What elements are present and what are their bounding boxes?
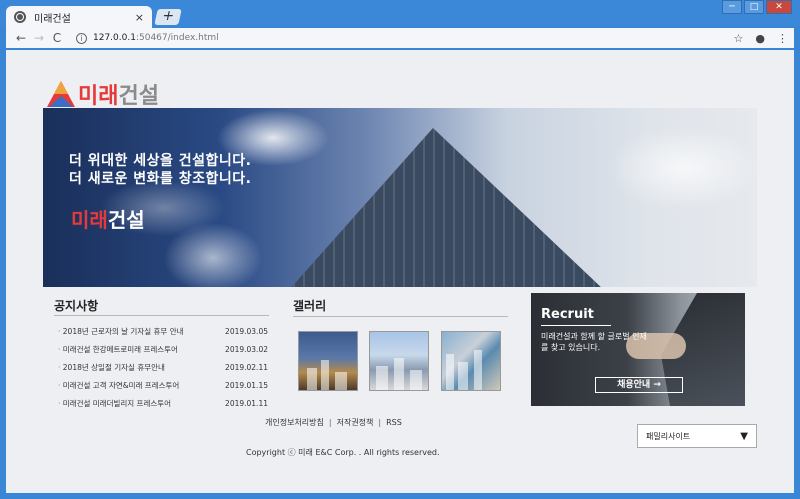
url-path: :50467/index.html <box>135 33 219 43</box>
logo-text: 미래건설 <box>78 78 159 110</box>
family-site-select[interactable]: 패밀리사이트 ▼ <box>637 424 757 448</box>
chevron-down-icon: ▼ <box>740 430 748 442</box>
recruit-info-button[interactable]: 채용안내 → <box>595 377 683 393</box>
window-controls: ─ □ ✕ <box>720 0 792 14</box>
notice-item-date: 2019.03.05 <box>225 326 268 336</box>
list-item[interactable]: 2018년 상일절 기자실 휴무안내 2019.02.11 <box>58 358 268 376</box>
family-site-label: 패밀리사이트 <box>646 431 691 441</box>
list-item[interactable]: 미래건설 미래더빌리지 프레스투어 2019.01.11 <box>58 394 268 412</box>
logo-rest: 건설 <box>118 84 159 109</box>
star-icon[interactable]: ☆ <box>734 32 744 45</box>
recruit-banner[interactable]: Recruit 미래건설과 함께 할 글로벌 인재를 찾고 있습니다. 채용안내… <box>531 293 745 406</box>
maximize-button[interactable]: □ <box>744 0 764 14</box>
notice-item-title[interactable]: 미래건설 고객 자연&미래 프레스투어 <box>58 380 180 391</box>
hero-slogan-line1: 더 위대한 세상을 건설합니다. <box>69 153 252 169</box>
recruit-divider <box>541 325 611 326</box>
url-host: 127.0.0.1 <box>93 33 136 43</box>
notice-divider <box>54 315 269 316</box>
forward-icon[interactable]: → <box>30 31 48 45</box>
reload-icon[interactable]: C <box>48 31 66 45</box>
minimize-button[interactable]: ─ <box>722 0 742 14</box>
toolbar-actions: ☆ ● ⋮ <box>722 32 788 45</box>
hero-brand: 미래건설 <box>71 204 145 233</box>
recruit-description: 미래건설과 함께 할 글로벌 인재를 찾고 있습니다. <box>541 332 647 352</box>
new-tab-button[interactable]: + <box>154 8 182 25</box>
page-viewport: 미래건설 더 위대한 세상을 건설합니다. 더 새로운 변화를 창조합니다. 미… <box>6 50 794 493</box>
footer-links: 개인정보처리방침 | 저작권정책 | RSS <box>265 417 402 428</box>
list-item[interactable]: 미래건설 한강메트로미래 프레스투어 2019.03.02 <box>58 340 268 358</box>
menu-icon[interactable]: ⋮ <box>777 32 788 45</box>
tab-title: 미래건설 <box>34 13 71 25</box>
copyright-text: Copyright ⓒ 미래 E&C Corp. . All rights re… <box>246 448 440 457</box>
back-icon[interactable]: ← <box>12 31 30 45</box>
gallery-thumbnail-2[interactable] <box>369 331 429 391</box>
notice-item-date: 2019.01.15 <box>225 380 268 390</box>
gallery-title: 갤러리 <box>293 299 327 313</box>
browser-window: 미래건설 × + ─ □ ✕ ← → C i 127.0.0.1 :50467/… <box>0 0 800 499</box>
notice-item-title[interactable]: 미래건설 미래더빌리지 프레스투어 <box>58 398 171 409</box>
list-item[interactable]: 미래건설 고객 자연&미래 프레스투어 2019.01.15 <box>58 376 268 394</box>
footer-separator: | <box>328 418 332 427</box>
hero-brand-highlight: 미래 <box>71 208 108 232</box>
browser-toolbar: ← → C i 127.0.0.1 :50467/index.html ☆ ● … <box>6 28 794 48</box>
site-logo[interactable]: 미래건설 <box>46 78 159 110</box>
logo-highlight: 미래 <box>78 84 119 109</box>
globe-icon <box>14 11 26 23</box>
hero-slogan-line2: 더 새로운 변화를 창조합니다. <box>69 171 252 187</box>
notice-item-date: 2019.03.02 <box>225 344 268 354</box>
notice-item-title[interactable]: 2018년 상일절 기자실 휴무안내 <box>58 362 165 373</box>
address-bar[interactable]: i 127.0.0.1 :50467/index.html <box>76 32 722 44</box>
rss-link[interactable]: RSS <box>386 418 402 427</box>
notice-item-title[interactable]: 2018년 근로자의 날 기자실 휴무 안내 <box>58 326 184 337</box>
gallery-thumbnail-3[interactable] <box>441 331 501 391</box>
notice-item-title[interactable]: 미래건설 한강메트로미래 프레스투어 <box>58 344 178 355</box>
notice-title: 공지사항 <box>54 299 99 313</box>
gallery-divider <box>293 316 508 317</box>
title-bar: 미래건설 × + ─ □ ✕ <box>0 0 800 28</box>
notice-list: 2018년 근로자의 날 기자실 휴무 안내 2019.03.05 미래건설 한… <box>58 322 268 412</box>
info-icon[interactable]: i <box>76 32 87 44</box>
hero-brand-rest: 건설 <box>107 208 145 232</box>
tab-close-icon[interactable]: × <box>135 11 144 24</box>
close-window-button[interactable]: ✕ <box>766 0 792 14</box>
gallery-thumbnail-1[interactable] <box>298 331 358 391</box>
account-icon[interactable]: ● <box>755 32 765 45</box>
copyright-policy-link[interactable]: 저작권정책 <box>337 417 374 428</box>
cloud-image <box>43 108 757 287</box>
logo-mark-icon <box>47 81 75 107</box>
list-item[interactable]: 2018년 근로자의 날 기자실 휴무 안내 2019.03.05 <box>58 322 268 340</box>
hero-banner: 더 위대한 세상을 건설합니다. 더 새로운 변화를 창조합니다. 미래건설 <box>43 108 757 287</box>
recruit-title: Recruit <box>541 307 594 322</box>
notice-item-date: 2019.02.11 <box>225 362 268 372</box>
browser-tab[interactable]: 미래건설 × <box>6 6 152 28</box>
footer-separator: | <box>378 418 382 427</box>
privacy-policy-link[interactable]: 개인정보처리방침 <box>265 417 324 428</box>
notice-item-date: 2019.01.11 <box>225 398 268 408</box>
